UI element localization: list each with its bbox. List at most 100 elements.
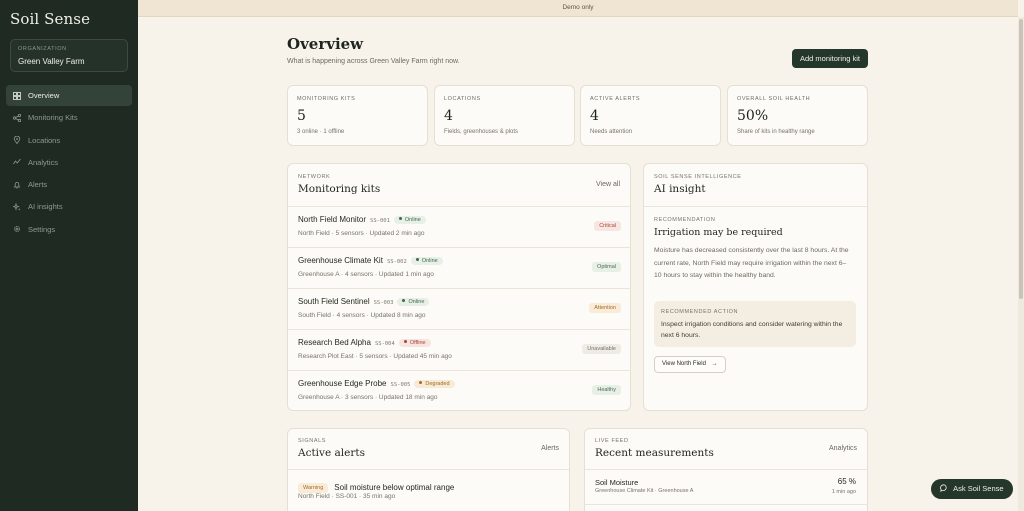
sidebar-item-label: Monitoring Kits: [28, 113, 78, 123]
sidebar-item-locations[interactable]: Locations: [6, 130, 132, 151]
sidebar-item-monitoring-kits[interactable]: Monitoring Kits: [6, 107, 132, 128]
status-badge: Optimal: [592, 262, 621, 272]
sidebar-item-label: AI insights: [28, 202, 63, 212]
connection-badge: Online: [397, 298, 430, 306]
connection-badge: Offline: [398, 339, 431, 347]
sidebar-item-overview[interactable]: Overview: [6, 85, 132, 106]
stat-label: LOCATIONS: [444, 96, 481, 102]
measurement-value: 65 %: [837, 477, 856, 486]
card-divider: [585, 469, 867, 470]
chat-bubble-icon: [940, 480, 948, 500]
button-label: View North Field: [662, 361, 706, 367]
card-eyebrow: LIVE FEED: [595, 438, 629, 444]
page-scrollbar[interactable]: [1018, 17, 1024, 511]
organization-switcher[interactable]: ORGANIZATION Green Valley Farm: [10, 39, 128, 72]
sidebar-item-label: Locations: [28, 135, 61, 145]
sidebar-item-settings[interactable]: Settings: [6, 219, 132, 240]
kit-row[interactable]: Research Bed Alpha SS-004 Offline Research…: [288, 329, 631, 370]
alert-title: Soil moisture below optimal range: [334, 483, 455, 492]
kit-row[interactable]: Greenhouse Edge Probe SS-005 Degraded Gree…: [288, 370, 631, 411]
connection-label: Online: [421, 258, 438, 264]
kit-meta: Research Plot East · 5 sensors · Updated…: [298, 353, 452, 360]
row-divider: [585, 504, 867, 505]
page-title: Overview: [287, 35, 364, 53]
kit-id: SS-004: [374, 341, 395, 347]
stat-label: ACTIVE ALERTS: [590, 96, 641, 102]
network-icon: [13, 113, 21, 122]
card-divider: [288, 469, 569, 470]
scrollbar-thumb[interactable]: [1019, 19, 1023, 299]
card-title: Monitoring kits: [298, 183, 381, 195]
connection-label: Offline: [409, 340, 426, 346]
card-eyebrow: SIGNALS: [298, 438, 327, 444]
stat-subtext: Needs attention: [590, 129, 633, 135]
alerts-link[interactable]: Alerts: [541, 445, 559, 452]
stat-card-soil-health: OVERALL SOIL HEALTH 50% Share of kits in…: [727, 85, 868, 146]
kit-meta: Greenhouse A · 3 sensors · Updated 18 mi…: [298, 394, 438, 401]
kit-meta: Greenhouse A · 4 sensors · Updated 1 min…: [298, 271, 434, 278]
stat-card-locations: LOCATIONS 4 Fields, greenhouses & plots: [434, 85, 575, 146]
stat-subtext: Fields, greenhouses & plots: [444, 129, 519, 135]
status-badge: Unavailable: [582, 344, 621, 354]
page-subtitle: What is happening across Green Valley Fa…: [287, 58, 460, 65]
alert-meta: North Field · SS-001 · 35 min ago: [298, 493, 396, 500]
kit-name: Research Bed Alpha: [298, 338, 371, 347]
status-dot-icon: [419, 381, 423, 384]
ask-soil-sense-button[interactable]: Ask Soil Sense: [931, 479, 1013, 499]
monitoring-kits-card: NETWORK Monitoring kits View all North F…: [287, 163, 631, 411]
sidebar-nav: Overview Monitoring Kits Locations Analy…: [6, 85, 132, 241]
organization-name: Green Valley Farm: [18, 57, 85, 66]
sidebar-item-alerts[interactable]: Alerts: [6, 174, 132, 195]
analytics-link[interactable]: Analytics: [829, 445, 857, 452]
stat-label: OVERALL SOIL HEALTH: [737, 96, 811, 102]
sidebar-item-ai-insights[interactable]: AI insights: [6, 196, 132, 217]
card-divider: [644, 206, 867, 207]
sidebar-item-analytics[interactable]: Analytics: [6, 152, 132, 173]
stat-subtext: 3 online · 1 offline: [297, 129, 345, 135]
stat-subtext: Share of kits in healthy range: [737, 129, 815, 135]
status-dot-icon: [403, 340, 407, 343]
action-label: RECOMMENDED ACTION: [661, 309, 739, 315]
measurement-source: Greenhouse Climate Kit · Greenhouse A: [595, 488, 694, 494]
sparkle-icon: [13, 202, 21, 211]
view-all-link[interactable]: View all: [596, 181, 620, 188]
active-alerts-card: SIGNALS Active alerts Alerts Warning Soil…: [287, 428, 570, 511]
grid-icon: [13, 91, 21, 100]
main-content: Overview What is happening across Green …: [287, 17, 868, 511]
stat-value: 5: [297, 108, 306, 124]
severity-badge: Warning: [298, 483, 329, 493]
recommendation-title: Irrigation may be required: [654, 227, 783, 238]
brand-logo[interactable]: Soil Sense: [10, 10, 90, 28]
organization-label: ORGANIZATION: [18, 46, 67, 52]
add-monitoring-kit-button[interactable]: Add monitoring kit: [791, 49, 868, 68]
card-title: Active alerts: [298, 447, 365, 459]
measurement-name: Soil Moisture: [595, 478, 639, 487]
sidebar-item-label: Settings: [28, 224, 56, 234]
status-dot-icon: [415, 258, 419, 261]
kit-id: SS-001: [370, 218, 390, 224]
recommended-action-box: RECOMMENDED ACTION Inspect irrigation co…: [654, 301, 856, 347]
kit-meta: North Field · 5 sensors · Updated 2 min …: [298, 230, 425, 237]
measurement-time: 1 min ago: [831, 489, 856, 495]
card-title: AI insight: [654, 183, 706, 195]
connection-label: Online: [408, 299, 425, 305]
button-label: Ask Soil Sense: [953, 484, 1004, 493]
kit-id: SS-002: [386, 259, 407, 265]
sidebar-item-label: Analytics: [28, 157, 59, 167]
kit-row[interactable]: North Field Monitor SS-001 Online North Fi…: [288, 206, 631, 247]
stat-label: MONITORING KITS: [297, 96, 356, 102]
arrow-right-icon: →: [711, 361, 718, 367]
card-eyebrow: SOIL SENSE INTELLIGENCE: [654, 174, 742, 180]
demo-banner: Demo only: [138, 0, 1018, 17]
kit-row[interactable]: South Field Sentinel SS-003 Online South F…: [288, 288, 631, 329]
view-north-field-button[interactable]: View North Field →: [654, 356, 726, 373]
kit-name: Greenhouse Climate Kit: [298, 256, 383, 265]
kit-id: SS-005: [390, 382, 411, 388]
gear-icon: [13, 225, 21, 233]
kit-row[interactable]: Greenhouse Climate Kit SS-002 Online Green…: [288, 247, 631, 288]
analytics-icon: [13, 158, 21, 166]
status-badge: Critical: [594, 221, 621, 231]
connection-badge: Degraded: [414, 380, 455, 388]
stat-value: 4: [444, 108, 453, 124]
bell-icon: [13, 181, 21, 189]
